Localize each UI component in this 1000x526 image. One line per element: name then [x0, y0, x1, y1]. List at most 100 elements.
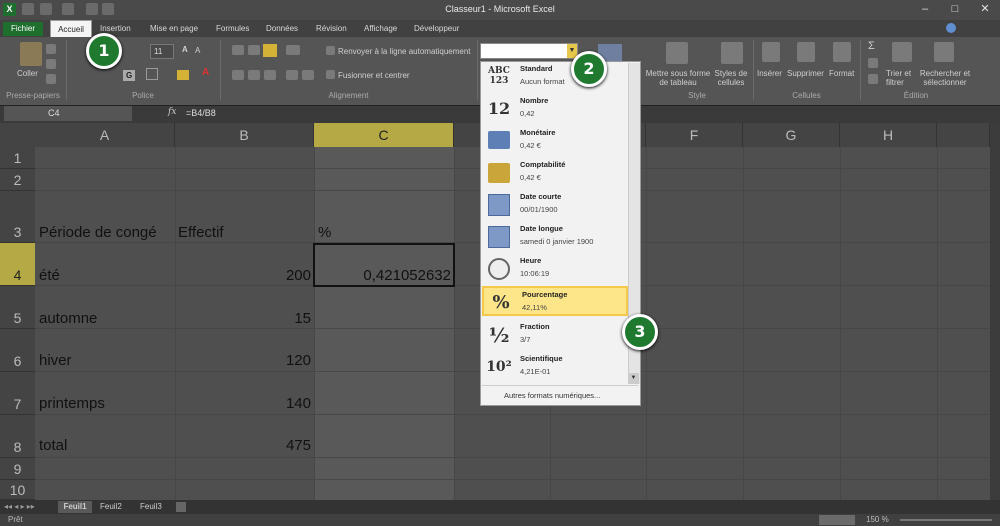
delete-cells-icon[interactable] — [797, 42, 815, 62]
cell-c4[interactable]: 0,421052632 — [315, 267, 451, 284]
cell-b3[interactable]: Effectif — [178, 224, 224, 241]
format-cells-icon[interactable] — [833, 42, 851, 62]
column-header-h[interactable]: H — [840, 123, 937, 147]
row-header-3[interactable]: 3 — [0, 191, 35, 243]
name-box[interactable]: C4 — [4, 106, 132, 121]
copy-icon[interactable] — [46, 59, 56, 69]
orientation-icon[interactable] — [286, 45, 300, 55]
row-header-6[interactable]: 6 — [0, 329, 35, 372]
row-header-8[interactable]: 8 — [0, 415, 35, 458]
font-size-select[interactable]: 11 — [150, 44, 174, 59]
row-header-4[interactable]: 4 — [0, 243, 35, 286]
align-bottom-icon[interactable] — [263, 44, 277, 57]
cut-icon[interactable] — [46, 44, 56, 54]
format-option-heure[interactable]: Heure 10:06:19 — [482, 254, 628, 284]
merge-icon[interactable] — [326, 70, 335, 79]
format-button[interactable]: Format — [829, 69, 854, 78]
column-header-g[interactable]: G — [743, 123, 840, 147]
tab-formules[interactable]: Formules — [216, 22, 249, 36]
clear-icon[interactable] — [868, 74, 878, 84]
cell-a6[interactable]: hiver — [39, 352, 72, 369]
sort-filter-button[interactable]: Trier et filtrer — [886, 69, 920, 87]
tab-donnees[interactable]: Données — [266, 22, 298, 36]
grow-font-icon[interactable]: A — [182, 45, 188, 54]
column-header-i[interactable] — [937, 123, 990, 147]
cell-a8[interactable]: total — [39, 437, 67, 454]
column-header-c[interactable]: C — [314, 123, 454, 147]
cell-b6[interactable]: 120 — [175, 352, 311, 369]
bold-button[interactable]: G — [123, 70, 136, 81]
table-format-button[interactable]: Mettre sous forme de tableau — [643, 69, 713, 87]
align-right-icon[interactable] — [264, 70, 276, 80]
column-header-a[interactable]: A — [35, 123, 175, 147]
tab-developpeur[interactable]: Développeur — [414, 22, 459, 36]
sheet-tab-feuil3[interactable]: Feuil3 — [140, 501, 162, 513]
select-all-corner[interactable] — [0, 123, 35, 147]
merge-center-button[interactable]: Fusionner et centrer — [338, 71, 410, 80]
tab-fichier[interactable]: Fichier — [3, 22, 43, 36]
format-option-nombre[interactable]: 12 Nombre 0,42 — [482, 94, 628, 124]
row-header-9[interactable]: 9 — [0, 458, 35, 480]
maximize-icon[interactable]: □ — [945, 2, 965, 16]
font-color-icon[interactable]: A — [202, 68, 209, 78]
format-option-comptabilite[interactable]: Comptabilité 0,42 € — [482, 158, 628, 188]
table-format-icon[interactable] — [666, 42, 688, 64]
cell-styles-icon[interactable] — [721, 42, 743, 64]
format-option-fraction[interactable]: ½ Fraction 3/7 — [482, 320, 628, 350]
autosum-icon[interactable]: Σ — [868, 41, 875, 52]
insert-function-icon[interactable]: fx — [168, 107, 176, 117]
view-buttons[interactable] — [819, 515, 855, 525]
format-option-monetaire[interactable]: Monétaire 0,42 € — [482, 126, 628, 156]
close-icon[interactable]: ✕ — [975, 2, 995, 16]
align-top-icon[interactable] — [232, 45, 244, 55]
cell-a3[interactable]: Période de congé — [39, 224, 157, 241]
fill-color-icon[interactable] — [177, 70, 189, 80]
shrink-font-icon[interactable]: A — [195, 46, 200, 55]
new-sheet-icon[interactable] — [176, 502, 186, 512]
cell-a5[interactable]: automne — [39, 310, 97, 327]
insert-button[interactable]: Insérer — [757, 69, 782, 78]
delete-button[interactable]: Supprimer — [787, 69, 824, 78]
wrap-text-icon[interactable] — [326, 46, 335, 55]
paste-button[interactable]: Coller — [17, 69, 38, 78]
row-header-2[interactable]: 2 — [0, 169, 35, 191]
number-format-select[interactable] — [480, 43, 578, 59]
wrap-text-button[interactable]: Renvoyer à la ligne automatiquement — [338, 47, 471, 56]
paste-icon[interactable] — [20, 42, 42, 66]
align-middle-icon[interactable] — [248, 45, 260, 55]
format-painter-icon[interactable] — [46, 74, 56, 84]
column-header-f[interactable]: F — [646, 123, 743, 147]
sheet-tab-feuil1[interactable]: Feuil1 — [58, 501, 92, 513]
find-select-button[interactable]: Rechercher et sélectionner — [918, 69, 972, 87]
row-header-1[interactable]: 1 — [0, 147, 35, 169]
column-header-b[interactable]: B — [175, 123, 314, 147]
binoculars-icon[interactable] — [934, 42, 954, 62]
zoom-level[interactable]: 150 % — [866, 515, 889, 524]
format-option-date-courte[interactable]: Date courte 00/01/1900 — [482, 190, 628, 220]
align-center-icon[interactable] — [248, 70, 260, 80]
cell-b8[interactable]: 475 — [175, 437, 311, 454]
align-left-icon[interactable] — [232, 70, 244, 80]
format-option-date-longue[interactable]: Date longue samedi 0 janvier 1900 — [482, 222, 628, 252]
tab-mise-en-page[interactable]: Mise en page — [150, 22, 198, 36]
row-header-7[interactable]: 7 — [0, 372, 35, 415]
cell-b7[interactable]: 140 — [175, 395, 311, 412]
decrease-indent-icon[interactable] — [286, 70, 298, 80]
row-header-5[interactable]: 5 — [0, 286, 35, 329]
row-header-10[interactable]: 10 — [0, 480, 35, 500]
tab-accueil[interactable]: Accueil — [50, 20, 92, 37]
cell-styles-button[interactable]: Styles de cellules — [712, 69, 750, 87]
minimize-icon[interactable]: – — [915, 2, 935, 16]
borders-icon[interactable] — [146, 68, 158, 80]
more-number-formats-link[interactable]: Autres formats numériques... — [482, 385, 638, 406]
vertical-scrollbar[interactable] — [990, 123, 1000, 500]
scroll-down-icon[interactable]: ▼ — [628, 373, 639, 384]
tab-revision[interactable]: Révision — [316, 22, 347, 36]
increase-indent-icon[interactable] — [302, 70, 314, 80]
sheet-tab-feuil2[interactable]: Feuil2 — [100, 501, 122, 513]
cell-b4[interactable]: 200 — [175, 267, 311, 284]
format-option-scientifique[interactable]: 10² Scientifique 4,21E-01 — [482, 352, 628, 382]
cell-b5[interactable]: 15 — [175, 310, 311, 327]
zoom-slider[interactable] — [900, 519, 992, 521]
fill-icon[interactable] — [868, 58, 878, 68]
